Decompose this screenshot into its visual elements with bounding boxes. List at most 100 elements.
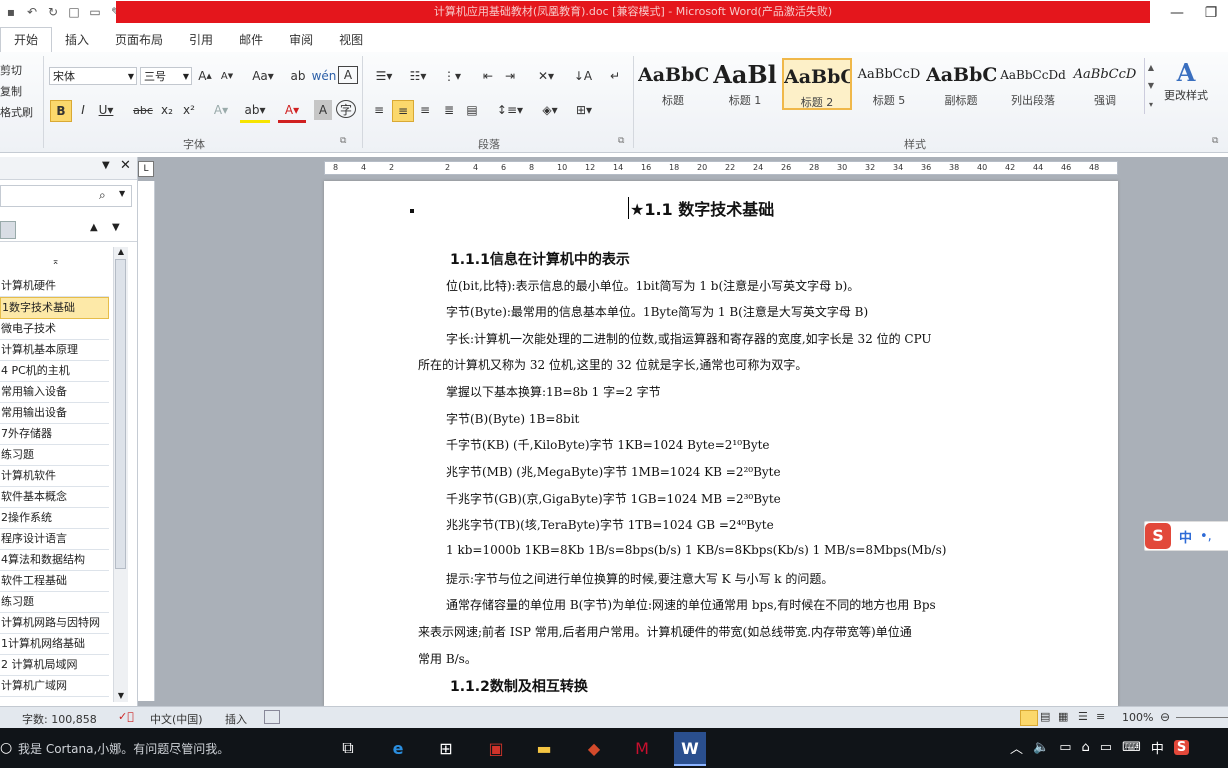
text-effects-icon[interactable]: A▾	[210, 100, 232, 120]
draft-view-icon[interactable]: ≡	[1096, 710, 1105, 723]
nav-heading-item[interactable]: 计算机硬件	[0, 276, 109, 297]
tab-references[interactable]: 引用	[176, 28, 226, 52]
line-spacing-icon[interactable]: ↕≡▾	[496, 100, 524, 120]
style-emphasis[interactable]: AaBbCcD 强调	[1070, 58, 1140, 110]
chinese-layout-icon[interactable]: ✕▾	[532, 66, 560, 86]
maximize-button[interactable]: ❐	[1194, 0, 1228, 25]
borders-icon[interactable]: ⊞▾	[570, 100, 598, 120]
nav-heading-item[interactable]: 软件工程基础	[0, 571, 109, 592]
tab-view[interactable]: 视图	[326, 28, 376, 52]
cut-button[interactable]: 剪切	[0, 60, 33, 81]
bullets-icon[interactable]: ☰▾	[370, 66, 398, 86]
outline-view-icon[interactable]: ☰	[1078, 710, 1088, 723]
scroll-thumb[interactable]	[115, 259, 126, 569]
document-paragraph[interactable]: 提示:字节与位之间进行单位换算的时候,要注意大写 K 与小写 k 的问题。	[446, 570, 833, 587]
nav-heading-item[interactable]: 练习题	[0, 445, 109, 466]
superscript-icon[interactable]: x²	[180, 100, 198, 120]
word-count[interactable]: 字数: 100,858	[22, 711, 97, 727]
strikethrough-icon[interactable]: abc	[132, 100, 154, 120]
style-heading-1[interactable]: AaBl 标题 1	[710, 58, 780, 110]
more-styles-icon[interactable]: ▾	[1149, 100, 1153, 109]
document-paragraph[interactable]: 兆兆字节(TB)(垓,TeraByte)字节 1TB=1024 GB =2⁴⁰B…	[446, 516, 774, 533]
minimize-button[interactable]: —	[1160, 0, 1194, 25]
increase-indent-icon[interactable]: ⇥	[500, 66, 520, 86]
dialog-launcher-icon[interactable]: ⧉	[1212, 136, 1218, 146]
change-case-icon[interactable]: Aa▾	[250, 66, 276, 86]
font-name-combo[interactable]: 宋体 ▼	[49, 67, 137, 85]
file-explorer-icon[interactable]: ▬	[528, 732, 560, 764]
decrease-indent-icon[interactable]: ⇤	[478, 66, 498, 86]
style-heading-2[interactable]: AaBbC 标题 2	[782, 58, 852, 110]
align-left-icon[interactable]: ≡	[370, 100, 388, 120]
document-paragraph[interactable]: 字节(B)(Byte) 1B=8bit	[446, 410, 579, 427]
scroll-up-icon[interactable]: ▲	[114, 247, 128, 256]
document-paragraph[interactable]: 掌握以下基本换算:1B=8b 1 字=2 字节	[446, 383, 661, 400]
phonetic-guide-icon[interactable]: wén	[312, 66, 337, 86]
tab-page-layout[interactable]: 页面布局	[102, 28, 176, 52]
insert-mode[interactable]: 插入	[225, 711, 247, 727]
nav-heading-item[interactable]: 1数字技术基础	[0, 297, 109, 319]
document-page[interactable]: ★1.1 数字技术基础 1.1.1信息在计算机中的表示 位(bit,比特):表示信息…	[324, 181, 1118, 706]
highlight-icon[interactable]: ab▾	[240, 100, 270, 123]
nav-heading-item[interactable]: 计算机网路与因特网	[0, 613, 109, 634]
sogou-tray-icon[interactable]: S	[1173, 740, 1190, 755]
show-hidden-icons-icon[interactable]: ︿	[1010, 738, 1023, 757]
underline-button[interactable]: U▾	[96, 100, 116, 120]
multilevel-list-icon[interactable]: ⋮▾	[438, 66, 466, 86]
italic-button[interactable]: I	[74, 100, 92, 120]
nav-heading-item[interactable]: 程序设计语言	[0, 529, 109, 550]
search-icon[interactable]: ⌕	[99, 188, 106, 203]
scroll-down-icon[interactable]: ▼	[1148, 81, 1154, 90]
web-layout-icon[interactable]: ▦	[1058, 710, 1068, 723]
nav-heading-item[interactable]: 常用输出设备	[0, 403, 109, 424]
document-paragraph[interactable]: 位(bit,比特):表示信息的最小单位。1bit简写为 1 b(注意是小写英文字…	[446, 277, 859, 294]
copy-button[interactable]: 复制	[0, 81, 33, 102]
style-title[interactable]: AaBbC 标题	[638, 58, 708, 110]
character-shading-icon[interactable]: A	[314, 100, 332, 120]
print-layout-view-icon[interactable]	[1020, 710, 1038, 726]
align-center-icon[interactable]: ≡	[392, 100, 414, 122]
distributed-icon[interactable]: ▤	[462, 100, 482, 120]
zoom-slider[interactable]	[1176, 717, 1228, 718]
document-paragraph[interactable]: 1 kb=1000b 1KB=8Kb 1B/s=8bps(b/s) 1 KB/s…	[446, 543, 946, 557]
nav-heading-item[interactable]: 常用输入设备	[0, 382, 109, 403]
sort-icon[interactable]: ↓A	[572, 66, 594, 86]
cortana-icon[interactable]: ○	[0, 740, 12, 756]
previous-heading-icon[interactable]: ▲	[90, 222, 98, 233]
zoom-level[interactable]: 100%	[1122, 711, 1153, 724]
undo-icon[interactable]: ↶	[23, 3, 41, 21]
edge-browser-icon[interactable]: e	[382, 732, 414, 764]
document-paragraph[interactable]: 通常存储容量的单位用 B(字节)为单位:网速的单位通常用 bps,有时候在不同的…	[446, 596, 936, 613]
shrink-font-icon[interactable]: A ▼	[218, 66, 236, 86]
nav-scrollbar[interactable]: ▲ ▼	[113, 247, 128, 702]
chevron-down-icon[interactable]: ▼	[102, 160, 110, 171]
nav-search-input[interactable]: ⌕ ▼	[0, 185, 132, 207]
nav-heading-item[interactable]: 2操作系统	[0, 508, 109, 529]
chevron-down-icon[interactable]: ▼	[119, 189, 125, 198]
document-paragraph[interactable]: 字节(Byte):最常用的信息基本单位。1Byte简写为 1 B(注意是大写英文…	[446, 303, 868, 320]
nav-heading-item[interactable]: 7外存储器	[0, 424, 109, 445]
nav-heading-item[interactable]: 1计算机网络基础	[0, 634, 109, 655]
font-size-combo[interactable]: 三号 ▼	[140, 67, 192, 85]
macro-record-icon[interactable]	[264, 710, 280, 724]
document-heading[interactable]: 1.1.1信息在计算机中的表示	[450, 249, 630, 269]
align-right-icon[interactable]: ≡	[416, 100, 434, 120]
next-heading-icon[interactable]: ▼	[112, 222, 120, 233]
document-paragraph[interactable]: 常用 B/s。	[418, 650, 477, 667]
style-list-paragraph[interactable]: AaBbCcDd 列出段落	[998, 58, 1068, 110]
clear-formatting-icon[interactable]: ab	[288, 66, 308, 86]
document-paragraph[interactable]: 字长:计算机一次能处理的二进制的位数,或指运算器和寄存器的宽度,如字长是 32 …	[446, 330, 932, 347]
ime-floating-bar[interactable]: S 中 •,	[1144, 521, 1228, 551]
nav-heading-item[interactable]: 计算机基本原理	[0, 340, 109, 361]
document-paragraph[interactable]: 来表示网速;前者 ISP 常用,后者用户常用。计算机硬件的带宽(如总线带宽.内存…	[418, 623, 912, 640]
change-styles-button[interactable]: A 更改样式	[1160, 58, 1212, 103]
nav-heading-item[interactable]: 微电子技术	[0, 319, 109, 340]
presentation-app-icon[interactable]: ◆	[578, 732, 610, 764]
document-paragraph[interactable]: 千字节(KB) (千,KiloByte)字节 1KB=1024 Byte=2¹⁰…	[446, 436, 770, 453]
scroll-down-icon[interactable]: ▼	[114, 691, 128, 700]
document-paragraph[interactable]: 所在的计算机又称为 32 位机,这里的 32 位就是字长,通常也可称为双字。	[418, 356, 807, 373]
numbering-icon[interactable]: ☷▾	[404, 66, 432, 86]
document-paragraph[interactable]: 兆字节(MB) (兆,MegaByte)字节 1MB=1024 KB =2²⁰B…	[446, 463, 781, 480]
network-icon[interactable]: ⌂	[1082, 740, 1090, 755]
shading-icon[interactable]: ◈▾	[536, 100, 564, 120]
